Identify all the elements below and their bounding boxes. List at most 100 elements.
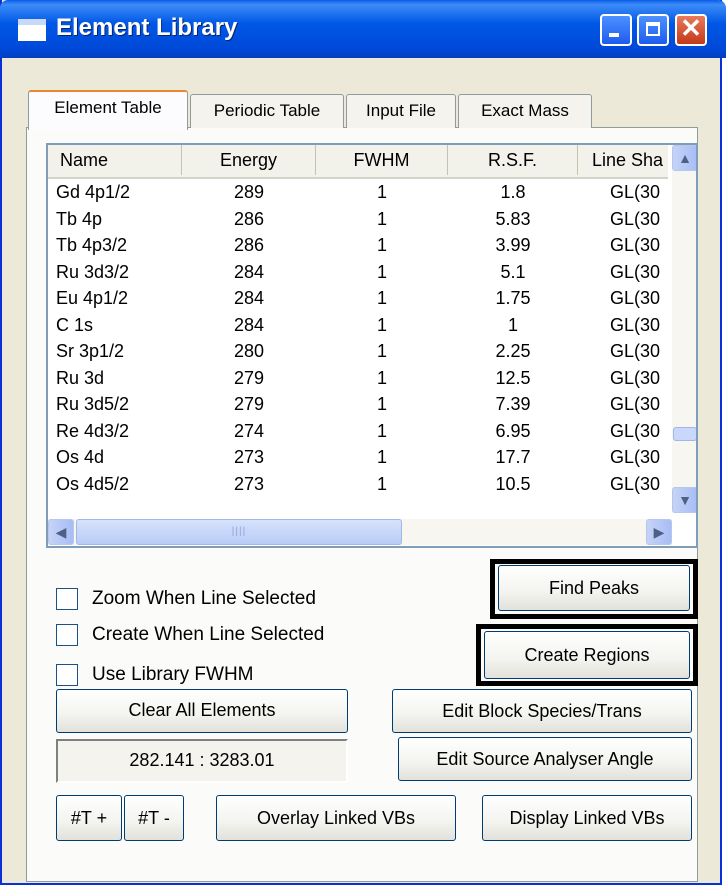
element-list[interactable]: Name Energy FWHM R.S.F. Line Sha Gd 4p1/… <box>46 143 698 548</box>
cell-name: Gd 4p1/2 <box>56 182 131 202</box>
cell-line-shape: GL(30 <box>610 288 661 308</box>
cell-rsf: 6.95 <box>495 420 531 441</box>
tab-element-table[interactable]: Element Table <box>28 90 188 130</box>
cell-rsf: 17.7 <box>495 447 531 467</box>
t-plus-button[interactable]: #T + <box>56 795 122 841</box>
cell-line-shape: GL(30 <box>610 394 661 414</box>
horizontal-scrollbar[interactable]: ◀ |||| ▶ <box>48 519 672 545</box>
table-row[interactable]: Eu 4p1/2 284 1 1.75 GL(30 <box>48 285 668 311</box>
horizontal-scroll-thumb[interactable]: |||| <box>76 519 402 545</box>
column-header-line-shape[interactable]: Line Sha <box>578 145 672 175</box>
cell-line-shape: GL(30 <box>610 447 661 467</box>
tab-input-file[interactable]: Input File <box>346 94 456 128</box>
create-when-line-selected-checkbox[interactable]: Create When Line Selected <box>56 623 366 649</box>
window-title: Element Library <box>56 14 238 41</box>
cell-rsf: 1 <box>507 314 518 335</box>
table-row[interactable]: Gd 4p1/2 289 1 1.8 GL(30 <box>48 179 668 205</box>
table-row[interactable]: Tb 4p3/2 286 1 3.99 GL(30 <box>48 232 668 258</box>
cell-rsf: 10.5 <box>495 473 531 494</box>
cell-line-shape: GL(30 <box>610 341 661 361</box>
cell-name: Ru 3d <box>56 367 105 388</box>
table-row[interactable]: Re 4d3/2 274 1 6.95 GL(30 <box>48 418 668 444</box>
cell-name: Tb 4p <box>56 208 103 229</box>
create-regions-button[interactable]: Create Regions <box>484 631 690 679</box>
scroll-up-arrow-icon[interactable]: ▲ <box>672 145 696 171</box>
cell-line-shape: GL(30 <box>610 235 661 255</box>
zoom-when-line-selected-checkbox[interactable]: Zoom When Line Selected <box>56 587 366 613</box>
edit-source-analyser-angle-button[interactable]: Edit Source Analyser Angle <box>398 737 692 781</box>
cell-energy: 273 <box>233 447 265 467</box>
table-row[interactable]: Os 4d 273 1 17.7 GL(30 <box>48 444 668 470</box>
cell-rsf: 12.5 <box>495 367 531 388</box>
table-row[interactable]: Ru 3d5/2 279 1 7.39 GL(30 <box>48 391 668 417</box>
t-minus-button[interactable]: #T - <box>124 795 184 841</box>
cell-rsf: 5.1 <box>500 261 526 282</box>
cell-rsf: 1.75 <box>495 288 531 308</box>
column-header-fwhm[interactable]: FWHM <box>316 145 448 175</box>
find-peaks-button[interactable]: Find Peaks <box>498 565 690 611</box>
cell-energy: 289 <box>233 182 265 202</box>
scroll-left-arrow-icon[interactable]: ◀ <box>48 519 74 545</box>
cell-name: C 1s <box>56 314 94 335</box>
cell-energy: 286 <box>233 235 265 255</box>
cell-fwhm: 1 <box>376 182 387 202</box>
column-header-rsf[interactable]: R.S.F. <box>448 145 578 175</box>
cell-name: Os 4d <box>56 447 105 467</box>
cell-rsf: 1.8 <box>500 182 526 202</box>
checkbox-box[interactable] <box>56 624 78 646</box>
checkbox-box[interactable] <box>56 588 78 610</box>
cell-energy: 273 <box>233 473 265 494</box>
scroll-right-arrow-icon[interactable]: ▶ <box>646 519 672 545</box>
minimize-button[interactable] <box>600 14 632 46</box>
cell-fwhm: 1 <box>376 208 387 229</box>
display-linked-vbs-button[interactable]: Display Linked VBs <box>482 795 692 841</box>
table-row[interactable]: Sr 3p1/2 280 1 2.25 GL(30 <box>48 338 668 364</box>
cell-line-shape: GL(30 <box>610 420 661 441</box>
vertical-scrollbar[interactable]: ▲ ▼ <box>672 145 696 513</box>
table-row[interactable]: Ru 3d 279 1 12.5 GL(30 <box>48 365 668 391</box>
cell-line-shape: GL(30 <box>610 261 661 282</box>
table-row[interactable]: Os 4d5/2 273 1 10.5 GL(30 <box>48 471 668 497</box>
clear-all-elements-button[interactable]: Clear All Elements <box>56 689 348 733</box>
checkbox-label: Create When Line Selected <box>92 624 325 645</box>
cell-name: Os 4d5/2 <box>56 473 130 494</box>
cell-line-shape: GL(30 <box>610 208 661 229</box>
close-button[interactable]: ✕ <box>675 13 707 46</box>
use-library-fwhm-checkbox[interactable]: Use Library FWHM <box>56 663 366 689</box>
column-header-energy[interactable]: Energy <box>182 145 316 175</box>
table-row[interactable]: Ru 3d3/2 284 1 5.1 GL(30 <box>48 259 668 285</box>
cell-fwhm: 1 <box>376 367 387 388</box>
cell-energy: 286 <box>233 208 265 229</box>
cell-energy: 274 <box>233 420 265 441</box>
checkbox-box[interactable] <box>56 664 78 686</box>
tab-exact-mass[interactable]: Exact Mass <box>458 94 592 128</box>
cell-name: Ru 3d3/2 <box>56 261 130 282</box>
scroll-down-arrow-icon[interactable]: ▼ <box>672 487 696 513</box>
cell-energy: 284 <box>233 261 265 282</box>
cell-line-shape: GL(30 <box>610 367 661 388</box>
cell-fwhm: 1 <box>376 420 387 441</box>
vertical-scroll-thumb[interactable] <box>673 427 696 441</box>
maximize-button[interactable] <box>637 14 669 46</box>
cell-fwhm: 1 <box>376 447 387 467</box>
cell-line-shape: GL(30 <box>610 182 661 202</box>
cell-line-shape: GL(30 <box>610 314 661 335</box>
list-header: Name Energy FWHM R.S.F. Line Sha <box>48 145 668 179</box>
close-icon: ✕ <box>680 13 702 43</box>
cell-energy: 284 <box>233 288 265 308</box>
checkbox-label: Use Library FWHM <box>92 664 254 685</box>
tab-periodic-table[interactable]: Periodic Table <box>190 94 344 128</box>
cell-rsf: 2.25 <box>495 341 531 361</box>
minimize-icon <box>609 33 619 37</box>
table-row[interactable]: Tb 4p 286 1 5.83 GL(30 <box>48 206 668 232</box>
title-bar[interactable]: Element Library ✕ <box>0 0 726 58</box>
cell-name: Re 4d3/2 <box>56 420 130 441</box>
cell-fwhm: 1 <box>376 473 387 494</box>
cell-rsf: 7.39 <box>495 394 531 414</box>
cursor-readout: 282.141 : 3283.01 <box>56 739 348 783</box>
table-row[interactable]: C 1s 284 1 1 GL(30 <box>48 312 668 338</box>
column-header-name[interactable]: Name <box>48 145 182 175</box>
edit-block-species-button[interactable]: Edit Block Species/Trans <box>392 689 692 733</box>
overlay-linked-vbs-button[interactable]: Overlay Linked VBs <box>216 795 456 841</box>
cell-name: Eu 4p1/2 <box>56 288 129 308</box>
